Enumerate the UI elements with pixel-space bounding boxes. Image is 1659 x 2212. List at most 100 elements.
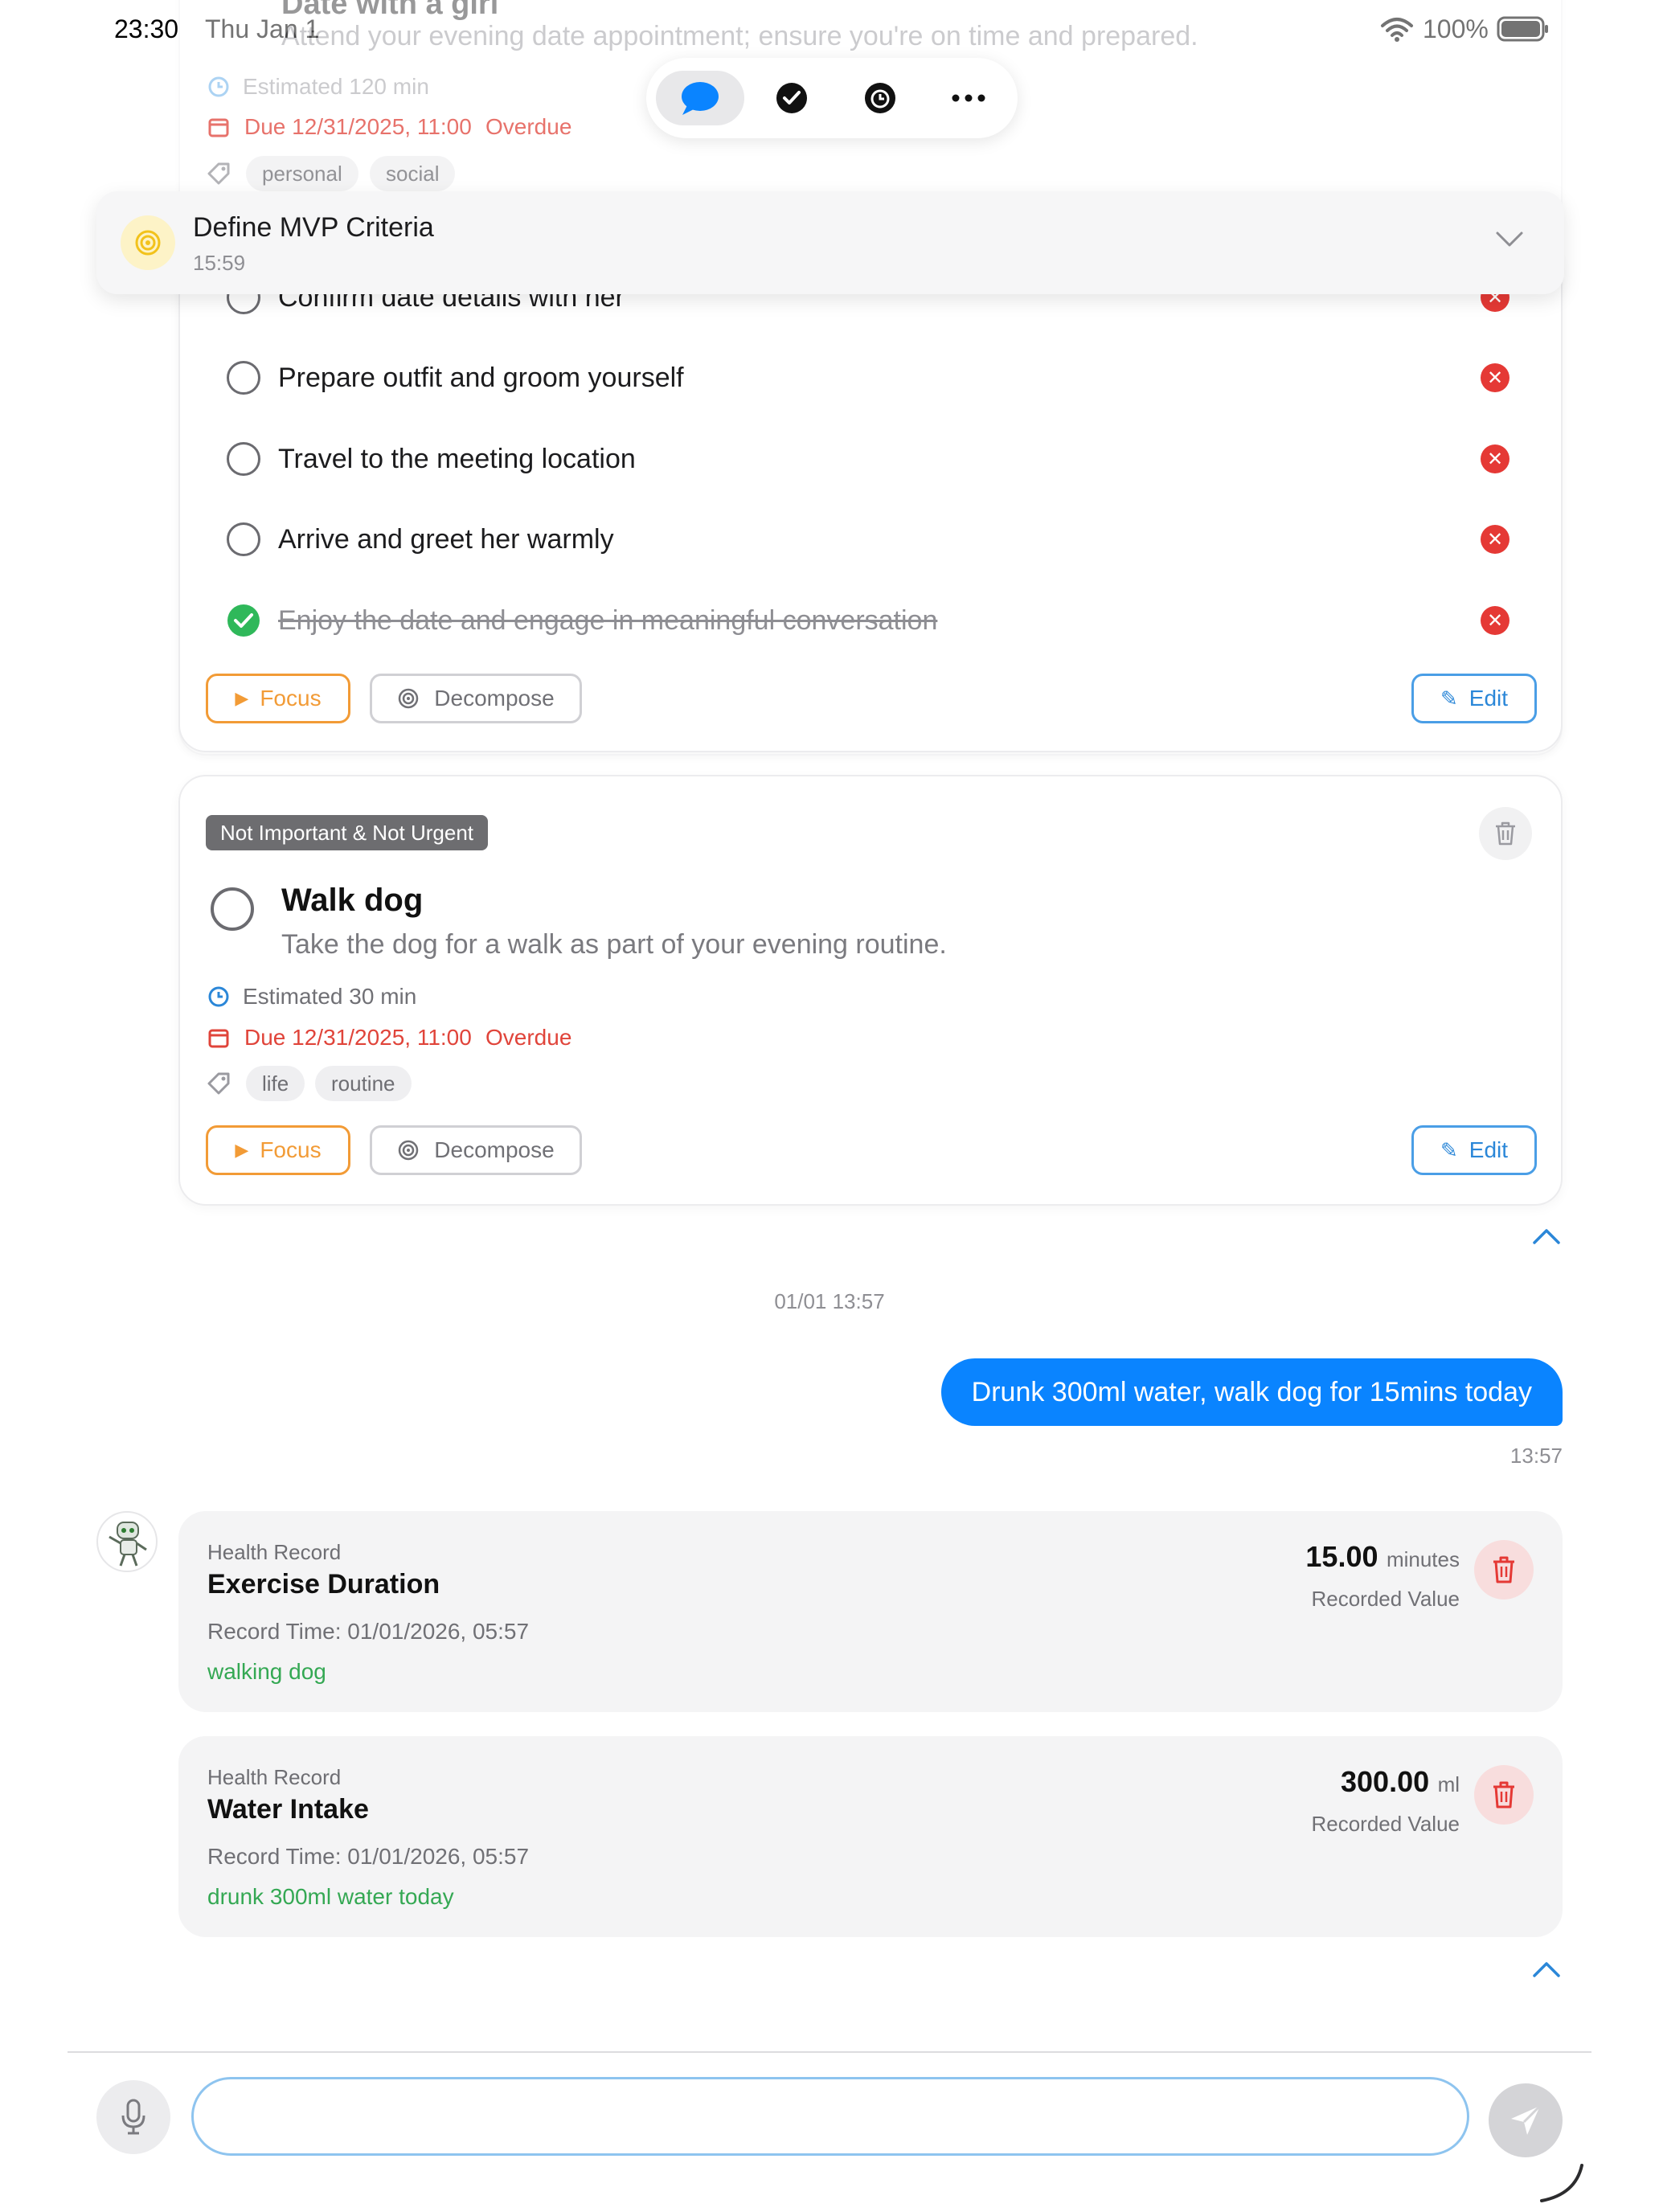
top-task-overdue: Overdue [485, 114, 572, 139]
delete-record-button[interactable] [1474, 1540, 1534, 1600]
decompose-label: Decompose [434, 686, 555, 711]
assistant-avatar [96, 1511, 158, 1572]
tag-icon [207, 162, 230, 185]
play-icon: ▶ [235, 1140, 249, 1160]
subtask-checkbox[interactable] [227, 522, 260, 556]
record-unit: ml [1437, 1772, 1460, 1796]
subtask-item[interactable]: Arrive and greet her warmly [227, 515, 614, 563]
record-title: Water Intake [207, 1794, 369, 1825]
tag: personal [246, 156, 358, 191]
focus-task-title: Define MVP Criteria [193, 212, 434, 243]
health-record-card: Health Record Exercise Duration Record T… [178, 1511, 1563, 1712]
task-estimated: Estimated 30 min [243, 984, 417, 1009]
top-task-estimated: Estimated 120 min [243, 74, 429, 99]
scroll-indicator-icon [1540, 2164, 1583, 2202]
subtask-text: Travel to the meeting location [278, 443, 636, 474]
record-value-block: 15.00 minutes [1305, 1540, 1460, 1574]
view-switcher-toolbar [646, 58, 1018, 138]
target-icon [399, 1140, 419, 1161]
top-task-description: Attend your evening date appointment; en… [281, 21, 1198, 51]
record-note: drunk 300ml water today [207, 1884, 454, 1909]
record-note: walking dog [207, 1659, 326, 1684]
record-time: Record Time: 01/01/2026, 05:57 [207, 1844, 530, 1869]
clock-icon [208, 986, 229, 1007]
subtask-item[interactable]: Prepare outfit and groom yourself [227, 354, 684, 402]
tag: routine [315, 1066, 412, 1101]
priority-badge: Not Important & Not Urgent [206, 815, 489, 850]
checkmark-circle-icon [776, 83, 807, 113]
focus-button[interactable]: ▶ Focus [206, 674, 350, 723]
remove-subtask-icon[interactable]: ✕ [1481, 444, 1509, 473]
health-record-card: Health Record Water Intake Record Time: … [178, 1736, 1563, 1937]
record-value-label: Recorded Value [1311, 1812, 1460, 1836]
calendar-icon [208, 118, 229, 137]
edit-label: Edit [1469, 686, 1509, 711]
record-value: 15.00 [1305, 1540, 1378, 1573]
tag: social [370, 156, 456, 191]
send-button[interactable] [1489, 2083, 1563, 2157]
chat-timestamp: 01/01 13:57 [774, 1289, 885, 1313]
more-button[interactable] [924, 71, 1013, 125]
timer-icon [865, 83, 895, 113]
tasks-tab[interactable] [748, 71, 836, 125]
decompose-label: Decompose [434, 1137, 555, 1162]
record-title: Exercise Duration [207, 1569, 440, 1600]
subtask-checkbox[interactable] [227, 361, 260, 395]
record-time: Record Time: 01/01/2026, 05:57 [207, 1619, 530, 1644]
delete-task-button[interactable] [1479, 807, 1532, 860]
remove-subtask-icon[interactable]: ✕ [1481, 525, 1509, 554]
record-value-block: 300.00 ml [1341, 1765, 1460, 1799]
focus-target-icon [121, 215, 175, 270]
status-time: 23:30 [114, 14, 179, 43]
subtask-item[interactable]: Enjoy the date and engage in meaningful … [227, 596, 937, 645]
more-icon [952, 94, 985, 102]
focus-banner[interactable]: Define MVP Criteria 15:59 [96, 191, 1564, 294]
task-description: Take the dog for a walk as part of your … [281, 929, 947, 960]
top-task-due: Due 12/31/2025, 11:00 [244, 114, 472, 139]
focus-button[interactable]: ▶ Focus [206, 1125, 350, 1175]
decompose-button[interactable]: Decompose [370, 674, 582, 723]
decompose-button[interactable]: Decompose [370, 1125, 582, 1175]
chat-tab[interactable] [656, 71, 744, 125]
top-task-title: Date with a girl [281, 0, 499, 21]
subtask-text: Arrive and greet her warmly [278, 523, 614, 555]
edit-button[interactable]: ✎ Edit [1411, 1125, 1537, 1175]
record-value-label: Recorded Value [1311, 1587, 1460, 1611]
chevron-down-icon[interactable] [1495, 230, 1524, 249]
delete-record-button[interactable] [1474, 1765, 1534, 1825]
play-icon: ▶ [235, 688, 249, 708]
user-message-time: 13:57 [1509, 1444, 1563, 1468]
trash-icon [1493, 1781, 1514, 1809]
trash-icon [1496, 821, 1515, 846]
chevron-up-icon[interactable] [1532, 1227, 1561, 1246]
task-complete-checkbox[interactable] [211, 887, 254, 931]
robot-avatar-icon [109, 1522, 147, 1567]
calendar-icon [208, 1029, 229, 1048]
subtask-text: Prepare outfit and groom yourself [278, 362, 684, 393]
record-value: 300.00 [1341, 1765, 1430, 1798]
microphone-button[interactable] [96, 2080, 170, 2154]
target-icon [399, 688, 419, 709]
subtask-checkbox[interactable] [227, 442, 260, 476]
chevron-up-icon[interactable] [1532, 1960, 1561, 1979]
subtask-item[interactable]: Travel to the meeting location [227, 435, 636, 483]
microphone-icon [121, 2099, 145, 2135]
message-input[interactable] [191, 2077, 1469, 2156]
remove-subtask-icon[interactable]: ✕ [1481, 606, 1509, 635]
edit-button[interactable]: ✎ Edit [1411, 674, 1537, 723]
record-category: Health Record [207, 1765, 342, 1789]
user-message-bubble[interactable]: Drunk 300ml water, walk dog for 15mins t… [940, 1358, 1563, 1426]
pencil-icon: ✎ [1440, 686, 1458, 711]
task-due: Due 12/31/2025, 11:00 [244, 1025, 472, 1050]
task-overdue: Overdue [485, 1025, 572, 1050]
timer-tab[interactable] [836, 71, 924, 125]
input-divider [68, 2051, 1591, 2053]
edit-label: Edit [1469, 1137, 1509, 1162]
record-unit: minutes [1386, 1547, 1460, 1571]
send-icon [1511, 2104, 1542, 2135]
record-category: Health Record [207, 1540, 342, 1564]
remove-subtask-icon[interactable]: ✕ [1481, 363, 1509, 392]
clock-icon [208, 76, 229, 97]
pencil-icon: ✎ [1440, 1137, 1458, 1162]
checked-circle-icon[interactable] [227, 604, 260, 637]
